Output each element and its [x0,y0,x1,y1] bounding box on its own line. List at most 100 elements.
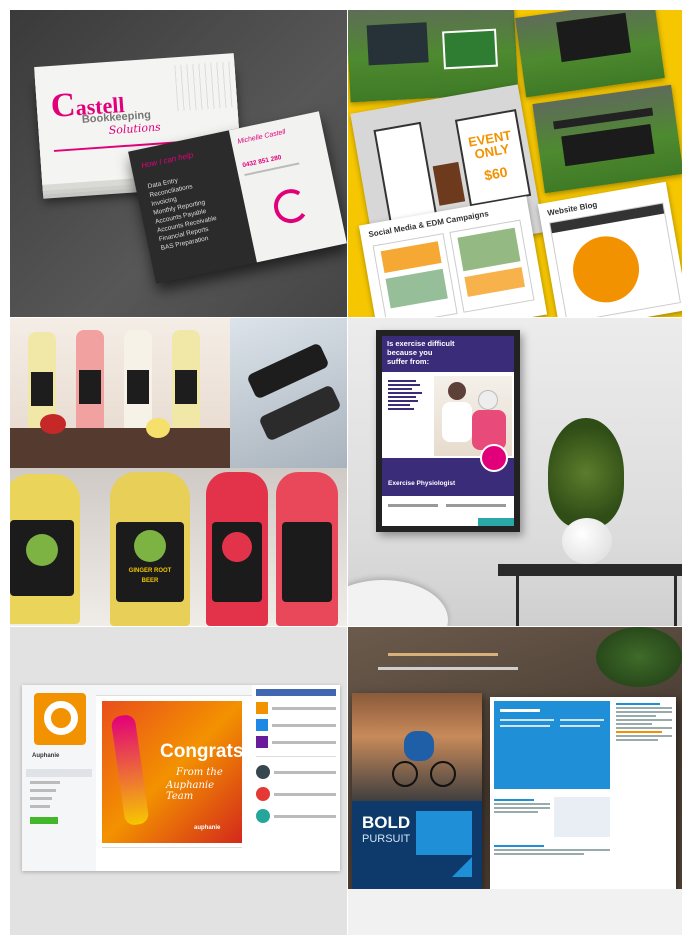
expo-photo-cart [532,84,682,194]
white-pot [562,518,612,564]
label-line1: GINGER ROOT [128,568,172,574]
bottle [276,472,338,626]
fb-sidebar-item[interactable] [256,787,336,801]
business-cards-tile: Castell Bookkeeping Solutions How I can … [10,10,347,317]
fb-sidebar-item[interactable] [256,736,336,748]
fb-nav-item[interactable] [30,781,60,784]
fb-nav-home[interactable] [26,769,92,777]
poster-headline-line2: because you [387,348,433,357]
bike-wheel-icon [430,761,456,787]
c-logo-icon [270,185,312,227]
chalkboard-sign [432,161,466,206]
banner-stand [373,121,438,223]
cover-blue-panel: BOLD PURSUIT [352,801,482,889]
expo-photo-2 [515,10,665,98]
paper-stack [348,889,682,935]
website-blog-sheet: Website Blog [537,181,682,317]
condition-list [388,378,428,412]
fb-right-column [256,689,336,867]
label-line2: BEER [141,578,159,584]
event-sign-price: $60 [482,163,509,184]
cover-text-box [416,811,472,855]
fb-like-button[interactable] [256,689,336,696]
poster-footer-title: Exercise Physiologist [388,480,456,487]
a-logo-icon [44,701,78,735]
congrats-text: Congrats! [160,741,250,762]
inside-right-column [616,701,672,885]
bottle [10,474,80,624]
from-line1: From the [176,767,223,778]
fb-action-bar [96,685,252,696]
console-table [498,564,682,576]
bottle [124,330,152,432]
fb-page-name: Auphanie [32,753,60,759]
edm-preview-1 [372,233,458,317]
pencil [388,653,498,656]
poster-contact [382,496,514,526]
inside-photo [554,797,610,837]
bottles-top-photo [10,318,230,468]
inside-text-column [494,797,550,837]
inside-bottom-text [494,843,610,883]
strawberries [40,414,66,434]
plant-corner [596,627,682,687]
poster-headline-line1: Is exercise difficult [387,339,455,348]
bottle [172,330,200,432]
plant [548,418,624,528]
bottle [206,472,268,626]
calculator-graphic [174,61,234,112]
fb-left-column: Auphanie [22,685,96,871]
brochure-tile: BOLD PURSUIT [348,627,682,935]
horse-emblem-icon [134,530,166,562]
poster-photo [434,376,512,456]
edm-preview-2 [449,219,535,313]
event-sign: EVENT ONLY $60 [454,109,532,207]
bottles-on-ice-photo [230,318,347,468]
brochure-cover: BOLD PURSUIT [352,693,482,889]
from-line2: Auphanie Team [166,780,215,802]
blog-preview [549,202,682,317]
fb-sidebar-item[interactable] [256,809,336,823]
fb-nav-item[interactable] [30,789,56,792]
bottles-tile: GINGER ROOT BEER [10,318,347,626]
pen [378,667,518,670]
bike-wheel-icon [392,761,418,787]
inside-blue-block [494,701,610,789]
blog-badge [567,231,645,308]
badge-icon [480,444,508,472]
fb-nav-item[interactable] [30,797,52,800]
brand-line-3: Solutions [108,120,162,138]
fb-sidebar-item[interactable] [256,702,336,714]
poster-frame: Is exercise difficult because you suffer… [376,330,520,532]
profile-logo [34,693,86,745]
bottles-closeup-photo: GINGER ROOT BEER [10,468,347,626]
help-heading: How I can help [140,150,195,171]
fb-post-actions[interactable] [102,847,242,860]
fb-create-button[interactable] [30,817,58,824]
trophy-figure [110,713,150,827]
fb-nav-item[interactable] [30,805,50,808]
poster-headline-line3: suffer from: [387,357,430,366]
bottle-featured: GINGER ROOT BEER [110,472,190,626]
facebook-page-tile: Auphanie Congrats! From the Auphanie Tea… [10,627,347,935]
card-back-contact-panel: Michelle Castell 0432 851 280 [228,111,347,263]
fb-sidebar-item[interactable] [256,765,336,779]
watermark: auphanie [194,825,221,831]
cyclist-photo [352,693,482,801]
lemon [146,418,170,438]
poster-tile: Is exercise difficult because you suffer… [348,318,682,626]
person-name: Michelle Castell [236,128,287,146]
poster: Is exercise difficult because you suffer… [382,336,514,526]
congrats-post-image: Congrats! From the Auphanie Team auphani… [102,701,250,843]
services-list: Data Entry Reconciliations Invoicing Mon… [147,170,221,253]
poster-footer-band: Exercise Physiologist [382,444,514,496]
chair [348,580,448,626]
poster-header: Is exercise difficult because you suffer… [382,336,514,372]
bold-logo-line2: PURSUIT [362,833,411,845]
event-collage-tile: EVENT ONLY $60 Social Media & EDM Campai… [348,10,682,317]
fruit-counter [10,428,230,468]
bottle [76,330,104,432]
facebook-page: Auphanie Congrats! From the Auphanie Tea… [22,685,340,871]
fb-sidebar-item[interactable] [256,719,336,731]
brochure-inside [490,697,676,889]
